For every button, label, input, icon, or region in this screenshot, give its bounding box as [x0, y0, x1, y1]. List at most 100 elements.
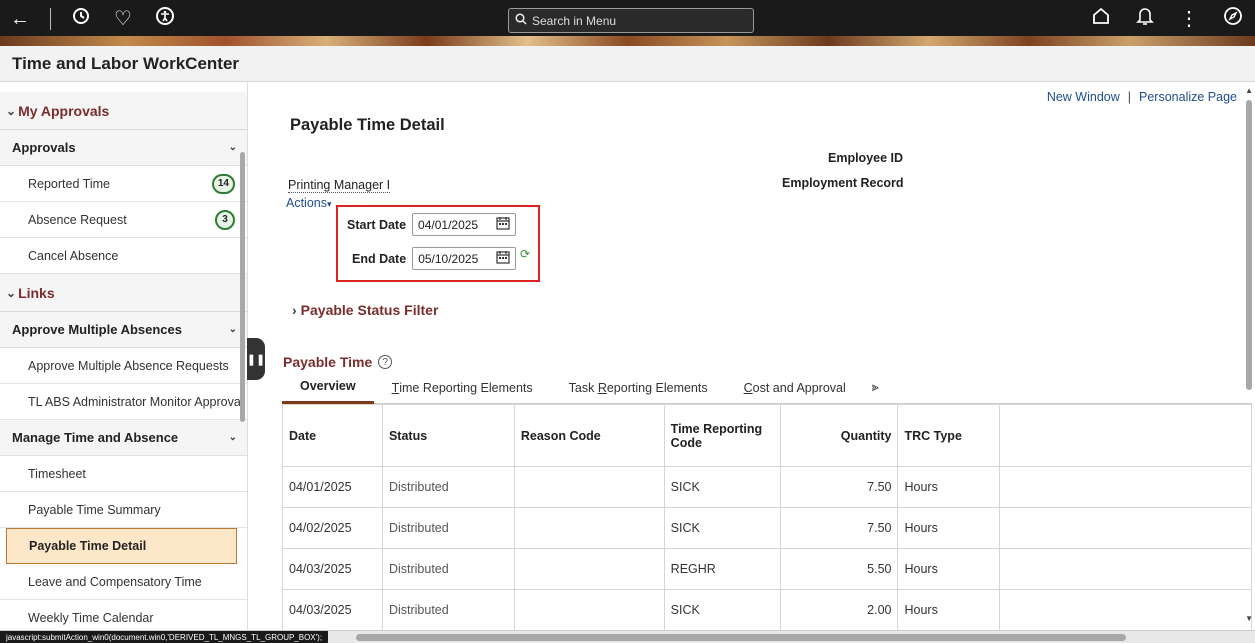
table-row: 04/01/2025 Distributed SICK 7.50 Hours	[282, 466, 1252, 508]
sidebar-spacer	[0, 82, 247, 92]
sidebar-item-label: Timesheet	[28, 466, 86, 481]
sidebar-section-my-approvals[interactable]: ⌄ My Approvals	[0, 92, 247, 130]
column-header-trc-type[interactable]: TRC Type	[897, 404, 1001, 467]
tab-overview[interactable]: Overview	[282, 372, 374, 404]
sidebar-item-payable-time-detail[interactable]: Payable Time Detail	[6, 528, 237, 564]
personalize-page-link[interactable]: Personalize Page	[1139, 90, 1237, 104]
search-icon	[515, 13, 527, 28]
cell-trc-type: Hours	[897, 548, 1001, 590]
horizontal-scrollbar[interactable]	[356, 634, 1126, 641]
tab-time-reporting-elements[interactable]: Time Reporting Elements	[374, 372, 551, 404]
sidebar-item-label: Reported Time	[28, 176, 110, 191]
top-banner: ← ♡ Search in Menu ⋮	[0, 0, 1255, 46]
end-date-label: End Date	[352, 251, 407, 266]
column-header-date[interactable]: Date	[282, 404, 383, 467]
sidebar-scrollbar[interactable]	[240, 152, 245, 422]
payable-time-header: Payable Time ?	[283, 354, 393, 370]
column-header-filler	[999, 404, 1252, 467]
sidebar-section-links[interactable]: ⌄ Links	[0, 274, 247, 312]
new-window-link[interactable]: New Window	[1047, 90, 1120, 104]
cell-trc-type: Hours	[897, 589, 1001, 631]
start-date-row: Start Date 04/01/2025	[347, 213, 517, 236]
page-title: Payable Time Detail	[290, 116, 445, 134]
tab-label: Overview	[300, 379, 356, 393]
back-arrow-icon[interactable]: ←	[8, 7, 32, 31]
cell-quantity: 2.00	[779, 589, 899, 631]
chevron-down-icon: ⌄	[228, 324, 237, 335]
accessibility-icon[interactable]	[153, 6, 177, 32]
show-all-columns-icon[interactable]: ⫸	[864, 372, 887, 404]
top-right-icons: ⋮	[1089, 6, 1245, 32]
employment-record-label: Employment Record	[782, 176, 904, 190]
cell-quantity: 7.50	[779, 507, 899, 549]
table-row: 04/03/2025 Distributed SICK 2.00 Hours	[282, 589, 1252, 631]
notification-bell-icon[interactable]	[1133, 6, 1157, 32]
start-date-field[interactable]: 04/01/2025	[412, 213, 517, 236]
cell-reason	[513, 507, 665, 549]
status-url-text: javascript:submitAction_win0(document.wi…	[0, 631, 329, 643]
navigator-compass-icon[interactable]	[1221, 6, 1245, 32]
cell-filler	[999, 507, 1252, 549]
divider: |	[1127, 90, 1132, 104]
payable-time-label: Payable Time	[283, 354, 373, 370]
search-placeholder: Search in Menu	[532, 13, 617, 28]
tab-accesskey: R	[597, 380, 607, 395]
more-options-icon[interactable]: ⋮	[1177, 7, 1201, 31]
calendar-icon[interactable]	[496, 216, 510, 233]
sidebar-item-label: Payable Time Summary	[28, 502, 161, 517]
sidebar-item-payable-time-summary[interactable]: Payable Time Summary	[0, 492, 247, 528]
start-date-value: 04/01/2025	[418, 217, 479, 232]
column-header-status[interactable]: Status	[381, 404, 515, 467]
cell-date: 04/01/2025	[282, 466, 383, 508]
favorites-heart-icon[interactable]: ♡	[111, 7, 135, 31]
sidebar-item-approve-multiple-requests[interactable]: Approve Multiple Absence Requests	[0, 348, 247, 384]
search-input[interactable]: Search in Menu	[508, 8, 754, 33]
cell-quantity: 5.50	[779, 548, 899, 590]
tab-cost-and-approval[interactable]: Cost and Approval	[726, 372, 864, 404]
recent-history-icon[interactable]	[69, 6, 93, 32]
sidebar-item-reported-time[interactable]: Reported Time 14	[0, 166, 247, 202]
browser-status-bar: javascript:submitAction_win0(document.wi…	[0, 630, 1255, 643]
sidebar-item-cancel-absence[interactable]: Cancel Absence	[0, 238, 247, 274]
page-vertical-scrollbar[interactable]	[1246, 100, 1252, 390]
refresh-icon[interactable]: ⟳	[520, 247, 530, 261]
group-label: Manage Time and Absence	[12, 430, 179, 445]
sidebar-group-approvals[interactable]: Approvals ⌄	[0, 130, 247, 166]
cell-status: Distributed	[381, 507, 515, 549]
sidebar-item-absence-request[interactable]: Absence Request 3	[0, 202, 247, 238]
top-left-icons: ← ♡	[8, 6, 177, 32]
column-header-quantity[interactable]: Quantity	[779, 404, 899, 467]
calendar-icon[interactable]	[496, 250, 510, 267]
sidebar-item-leave-comp-time[interactable]: Leave and Compensatory Time	[0, 564, 247, 600]
tab-label: ime Reporting Elements	[399, 380, 533, 395]
sidebar-item-weekly-time-calendar[interactable]: Weekly Time Calendar	[0, 600, 247, 630]
actions-menu[interactable]: Actions▾	[286, 196, 332, 210]
sidebar-item-tl-abs-monitor[interactable]: TL ABS Administrator Monitor Approva	[0, 384, 247, 420]
payable-status-filter-toggle[interactable]: › Payable Status Filter	[292, 302, 438, 318]
scroll-up-arrow-icon[interactable]: ▲	[1245, 86, 1253, 95]
section-label: My Approvals	[18, 102, 110, 119]
tab-task-reporting-elements[interactable]: Task Reporting Elements	[551, 372, 726, 404]
sidebar-item-timesheet[interactable]: Timesheet	[0, 456, 247, 492]
cell-status: Distributed	[381, 466, 515, 508]
end-date-field[interactable]: 05/10/2025	[412, 247, 517, 270]
sidebar: ⌄ My Approvals Approvals ⌄ Reported Time…	[0, 82, 248, 630]
sidebar-group-manage-time[interactable]: Manage Time and Absence ⌄	[0, 420, 247, 456]
column-header-reason-code[interactable]: Reason Code	[513, 404, 665, 467]
help-icon[interactable]: ?	[378, 355, 393, 369]
chevron-down-icon: ⌄	[228, 432, 237, 443]
scroll-down-arrow-icon[interactable]: ▼	[1245, 614, 1253, 623]
sidebar-item-label: Approve Multiple Absence Requests	[28, 358, 229, 373]
count-badge: 14	[211, 173, 235, 194]
home-icon[interactable]	[1089, 7, 1113, 31]
group-label: Approve Multiple Absences	[12, 322, 182, 337]
column-header-trc[interactable]: Time Reporting Code	[663, 404, 781, 467]
cell-status: Distributed	[381, 548, 515, 590]
chevron-down-icon: ⌄	[6, 103, 17, 118]
sidebar-item-label: Payable Time Detail	[29, 539, 147, 553]
page-header-title: Time and Labor WorkCenter	[12, 53, 240, 73]
chevron-right-icon: ›	[292, 302, 297, 318]
sidebar-item-label: Absence Request	[28, 212, 127, 227]
sidebar-group-approve-multiple[interactable]: Approve Multiple Absences ⌄	[0, 312, 247, 348]
cell-reason	[513, 589, 665, 631]
